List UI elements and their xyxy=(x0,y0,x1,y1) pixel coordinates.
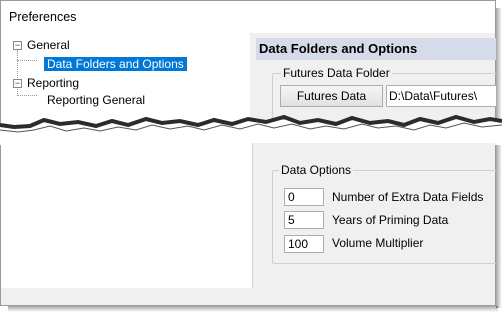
tree-item-label: Data Folders and Options xyxy=(44,57,187,71)
panel-divider xyxy=(252,143,253,288)
window-title: Preferences xyxy=(9,10,77,24)
tree-item-label: General xyxy=(27,38,70,52)
tree-item-reporting[interactable]: − Reporting xyxy=(13,75,79,92)
collapse-icon[interactable]: − xyxy=(13,41,22,50)
tree-item-label: Reporting xyxy=(27,76,80,90)
priming-years-input[interactable]: 5 xyxy=(284,211,324,229)
torn-edge-effect xyxy=(0,114,502,145)
priming-years-label: Years of Priming Data xyxy=(332,213,449,227)
window-shadow-bottom xyxy=(8,306,498,312)
title-bar: Preferences xyxy=(1,1,495,33)
volume-multiplier-input[interactable]: 100 xyxy=(284,235,324,253)
tree-item-data-folders[interactable]: Data Folders and Options xyxy=(44,56,187,73)
tree-area-lower xyxy=(1,143,253,288)
data-options-label: Data Options xyxy=(279,163,354,177)
volume-multiplier-label: Volume Multiplier xyxy=(332,236,424,250)
tree-item-general[interactable]: − General xyxy=(13,37,70,54)
collapse-icon[interactable]: − xyxy=(13,79,22,88)
panel-header: Data Folders and Options xyxy=(256,38,496,60)
extra-data-fields-label: Number of Extra Data Fields xyxy=(332,190,484,204)
tree-connector xyxy=(17,60,37,61)
window-shadow-right xyxy=(496,8,502,308)
window-bottom-strip xyxy=(1,288,495,305)
futures-group-label: Futures Data Folder xyxy=(281,66,392,80)
extra-data-fields-input[interactable]: 0 xyxy=(284,188,324,206)
